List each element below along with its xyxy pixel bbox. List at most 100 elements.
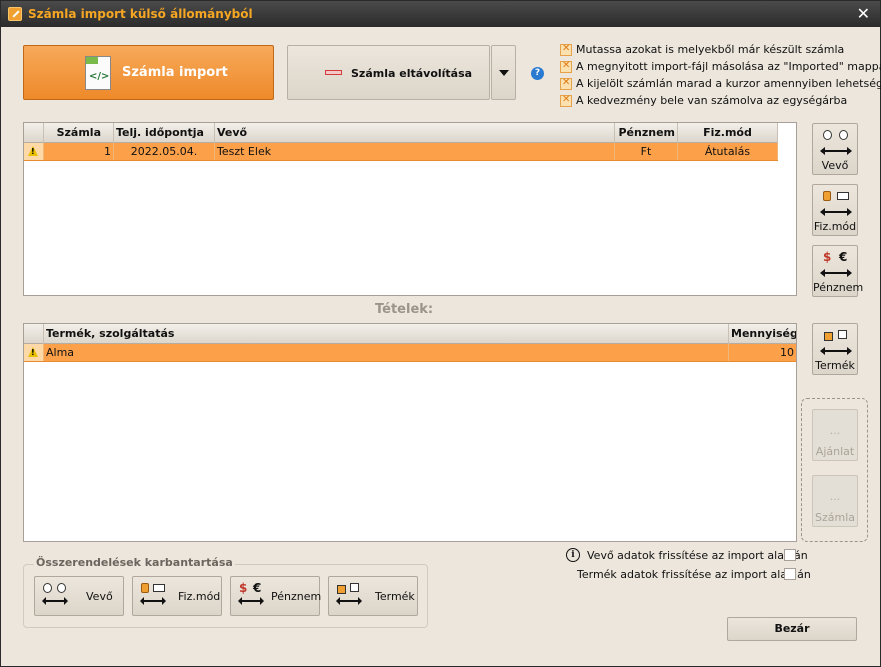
group-vevo-button[interactable]: Vevő	[34, 576, 124, 616]
products-map-icon	[335, 583, 363, 609]
header-indicator	[24, 123, 44, 143]
group-fizmod-button[interactable]: Fiz.mód	[132, 576, 222, 616]
column-header-termek[interactable]: Termék, szolgáltatás	[44, 324, 729, 344]
column-header-penznem[interactable]: Pénznem	[615, 123, 678, 143]
group-button-label: Vevő	[86, 590, 113, 603]
map-fizmod-button[interactable]: Fiz.mód	[812, 184, 858, 236]
row-indicator	[24, 344, 44, 361]
person-icon	[839, 130, 848, 140]
box-icon	[838, 330, 847, 339]
cell-mennyiseg: 10	[780, 346, 794, 359]
person-icon	[823, 130, 832, 140]
double-arrow-icon	[820, 347, 852, 355]
import-button[interactable]: </> Számla import	[23, 45, 274, 100]
box-icon	[824, 332, 833, 341]
checkbox[interactable]	[560, 94, 572, 107]
side-label: Vevő	[821, 159, 849, 172]
cell-szamla: 1	[44, 143, 114, 160]
double-arrow-icon	[820, 147, 852, 155]
refresh-vevo-label: Vevő adatok frissítése az import alapján	[587, 549, 808, 562]
column-header-fizmod[interactable]: Fiz.mód	[678, 123, 778, 143]
refresh-termek-option[interactable]: Termék adatok frissítése az import alapj…	[577, 568, 811, 581]
group-button-label: Pénznem	[271, 590, 322, 603]
placeholder-dots: ...	[829, 424, 841, 437]
cell-telj: 2022.05.04.	[114, 143, 215, 160]
double-arrow-icon	[820, 269, 852, 277]
ajanlat-button: ... Ajánlat	[812, 409, 858, 461]
side-label: Termék	[815, 359, 855, 372]
info-icon: i	[566, 548, 580, 562]
mapping-maintenance-group: Összerendelések karbantartása Vevő Fiz.m…	[23, 556, 428, 628]
currency-map-icon: $ €	[820, 250, 852, 277]
group-button-label: Fiz.mód	[178, 590, 221, 603]
remove-invoice-button[interactable]: Számla eltávolítása	[287, 45, 490, 100]
double-arrow-icon	[820, 208, 852, 216]
dollar-icon: $	[239, 581, 248, 595]
close-icon[interactable]: ✕	[857, 4, 870, 23]
placeholder-dots: ...	[829, 490, 841, 503]
items-section-title: Tételek:	[375, 302, 434, 317]
invoices-header: Számla Telj. időpontja Vevő Pénznem Fiz.…	[24, 123, 778, 143]
side-label: Fiz.mód	[813, 220, 857, 233]
payment-map-icon	[820, 191, 852, 216]
table-row[interactable]: Alma 10	[24, 344, 796, 362]
remove-button-label: Számla eltávolítása	[351, 67, 473, 80]
title-bar[interactable]: Számla import külső állományból ✕	[1, 1, 880, 27]
column-header-telj[interactable]: Telj. időpontja	[114, 123, 215, 143]
column-header-vevo[interactable]: Vevő	[215, 123, 615, 143]
refresh-termek-label: Termék adatok frissítése az import alapj…	[577, 568, 811, 581]
window-title: Számla import külső állományból	[28, 7, 253, 21]
coins-icon	[823, 191, 831, 201]
column-header-szamla[interactable]: Számla	[44, 123, 114, 143]
cell-termek: Alma	[44, 344, 729, 361]
option-label: A megnyitott import-fájl másolása az "Im…	[576, 60, 881, 73]
currency-map-icon: $ €	[237, 581, 265, 609]
side-label: Pénznem	[813, 281, 864, 294]
box-icon	[337, 585, 346, 594]
warning-icon	[28, 347, 38, 357]
refresh-termek-checkbox[interactable]	[784, 568, 796, 580]
option-label: A kijelölt számlán marad a kurzor amenny…	[576, 77, 881, 90]
invoices-grid[interactable]: Számla Telj. időpontja Vevő Pénznem Fiz.…	[23, 122, 797, 296]
map-termek-button[interactable]: Termék	[812, 323, 858, 375]
group-termek-button[interactable]: Termék	[328, 576, 418, 616]
map-penznem-button[interactable]: $ € Pénznem	[812, 245, 864, 297]
double-arrow-icon	[42, 597, 68, 605]
checkbox[interactable]	[560, 43, 572, 56]
payment-map-icon	[139, 583, 167, 609]
refresh-vevo-checkbox[interactable]	[784, 549, 796, 561]
table-row[interactable]: 1 2022.05.04. Teszt Elek Ft Átutalás	[24, 143, 778, 161]
row-indicator	[24, 143, 44, 160]
customers-map-icon	[820, 130, 852, 155]
euro-icon: €	[253, 581, 262, 595]
card-icon	[837, 192, 849, 200]
refresh-vevo-option[interactable]: Vevő adatok frissítése az import alapján	[587, 549, 808, 562]
remove-dropdown-button[interactable]	[491, 45, 516, 100]
checkbox[interactable]	[560, 60, 572, 73]
box-icon	[350, 583, 359, 592]
double-arrow-icon	[140, 597, 166, 605]
side-label: Ajánlat	[815, 445, 855, 458]
customers-map-icon	[41, 583, 69, 609]
cell-penznem: Ft	[615, 143, 678, 160]
person-icon	[43, 583, 52, 593]
person-icon	[57, 583, 66, 593]
warning-icon	[28, 146, 38, 156]
items-header: Termék, szolgáltatás Mennyiség	[24, 324, 796, 344]
map-vevo-button[interactable]: Vevő	[812, 123, 858, 175]
help-icon[interactable]: ?	[531, 67, 544, 80]
close-button[interactable]: Bezár	[727, 617, 857, 641]
double-arrow-icon	[336, 597, 362, 605]
header-indicator	[24, 324, 44, 344]
dollar-icon: $	[823, 250, 832, 264]
items-grid[interactable]: Termék, szolgáltatás Mennyiség Alma 10	[23, 323, 797, 542]
side-label: Számla	[814, 511, 855, 524]
option-label: A kedvezmény bele van számolva az egység…	[576, 94, 848, 107]
group-penznem-button[interactable]: $ € Pénznem	[230, 576, 322, 616]
coins-icon	[141, 583, 149, 593]
szamla-button: ... Számla	[812, 475, 858, 527]
double-arrow-icon	[238, 597, 264, 605]
column-header-mennyiseg[interactable]: Mennyiség	[729, 324, 796, 344]
checkbox[interactable]	[560, 77, 572, 90]
group-button-label: Termék	[375, 590, 415, 603]
